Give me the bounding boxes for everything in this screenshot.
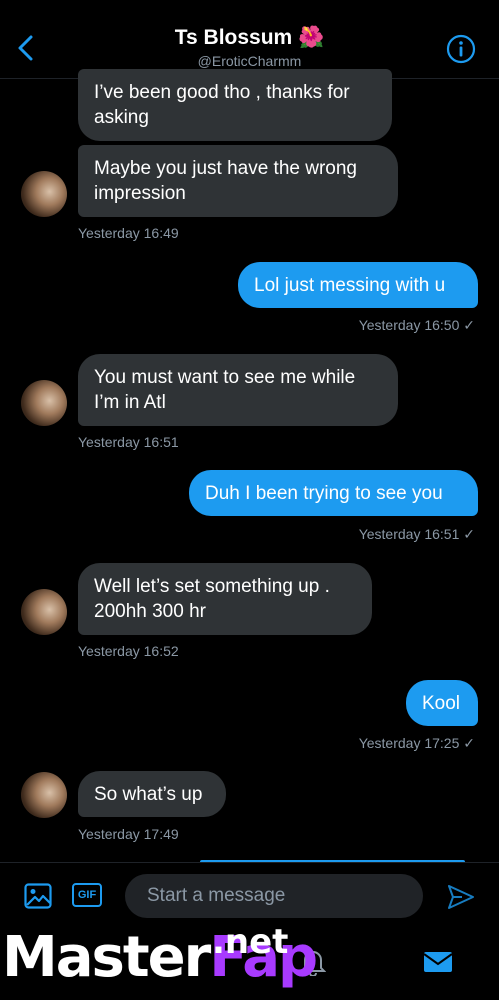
incoming-message[interactable]: Well let’s set something up . 200hh 300 …: [78, 563, 372, 635]
watermark-net: .net: [212, 922, 289, 962]
info-icon[interactable]: [446, 34, 476, 64]
message-timestamp: Yesterday 16:51 ✓: [358, 526, 475, 542]
outgoing-message[interactable]: Duh I been trying to see you: [189, 470, 478, 516]
message-timestamp: Yesterday 17:49: [78, 826, 179, 842]
contact-avatar[interactable]: [21, 171, 67, 217]
conversation-title[interactable]: Ts Blossum 🌺: [0, 26, 499, 50]
image-icon[interactable]: [24, 883, 52, 909]
conversation-header: Ts Blossum 🌺 @EroticCharmm: [0, 0, 499, 79]
incoming-message[interactable]: I’ve been good tho , thanks for asking: [78, 69, 392, 141]
watermark-logo: MasterFap .net: [2, 918, 318, 998]
contact-avatar[interactable]: [21, 380, 67, 426]
outgoing-message[interactable]: Lol just messing with u: [238, 262, 478, 308]
message-timestamp: Yesterday 16:51: [78, 434, 179, 450]
incoming-message[interactable]: You must want to see me while I’m in Atl: [78, 354, 398, 426]
outgoing-message[interactable]: Kool: [406, 680, 478, 726]
message-timestamp: Yesterday 17:25 ✓: [358, 735, 475, 751]
contact-avatar[interactable]: [21, 589, 67, 635]
incoming-message[interactable]: So what’s up: [78, 771, 226, 817]
conversation-handle: @EroticCharmm: [197, 53, 302, 69]
message-timestamp: Yesterday 16:52: [78, 643, 179, 659]
message-timestamp: Yesterday 16:50 ✓: [358, 317, 475, 333]
send-icon[interactable]: [446, 882, 476, 912]
mail-icon[interactable]: [423, 950, 453, 974]
incoming-message[interactable]: Maybe you just have the wrong impression: [78, 145, 398, 217]
message-timestamp: Yesterday 16:49: [78, 225, 179, 241]
contact-avatar[interactable]: [21, 772, 67, 818]
gif-icon[interactable]: GIF: [72, 883, 102, 907]
watermark-master: Master: [2, 925, 211, 990]
